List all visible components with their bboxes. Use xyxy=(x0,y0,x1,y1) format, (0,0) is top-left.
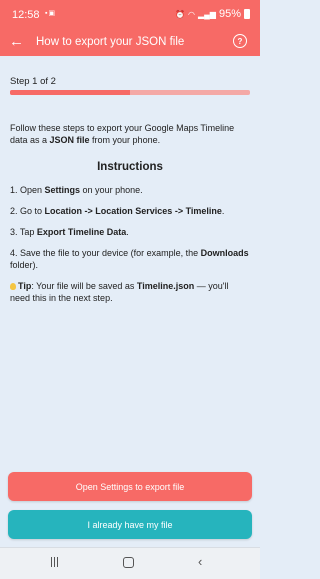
battery-level: 95% xyxy=(218,8,241,20)
page-title: How to export your JSON file xyxy=(36,36,185,48)
app-bar: ← How to export your JSON file ? xyxy=(0,28,260,56)
instructions-heading: Instructions xyxy=(97,161,163,173)
progress-bar xyxy=(10,90,250,95)
intro-text-end: from your phone. xyxy=(89,135,161,145)
step-text-bold: Downloads xyxy=(200,248,249,258)
intro-text-bold: JSON file xyxy=(49,135,90,145)
nav-back-icon[interactable]: ‹ xyxy=(198,554,202,569)
back-arrow-icon[interactable]: ← xyxy=(9,33,24,51)
tip-label: Tip xyxy=(18,281,32,291)
instruction-step-2: 2. Go to Location -> Location Services -… xyxy=(10,205,250,217)
signal-icon: ▂▄▆ xyxy=(197,9,216,19)
step-text: . xyxy=(221,206,225,216)
recents-icon[interactable] xyxy=(51,557,58,567)
step-text: 4. Save the file to your device (for exa… xyxy=(10,248,201,258)
wifi-icon: ◠ xyxy=(188,9,195,19)
tip-text-start: : Your file will be saved as xyxy=(31,281,137,291)
help-icon[interactable]: ? xyxy=(233,34,247,48)
step-indicator: Step 1 of 2 xyxy=(10,76,56,87)
notification-icons: ▪▣ xyxy=(45,9,56,17)
step-text-bold: Location -> Location Services -> Timelin… xyxy=(44,206,222,216)
instruction-step-3: 3. Tap Export Timeline Data. xyxy=(10,226,250,238)
step-text-bold: Settings xyxy=(44,185,81,195)
battery-icon xyxy=(244,9,250,19)
home-icon[interactable] xyxy=(123,557,134,568)
gallery-icon: ▣ xyxy=(48,10,57,17)
status-right: ⏰ ◠ ▂▄▆ 95% xyxy=(175,8,250,20)
already-have-file-button[interactable]: I already have my file xyxy=(8,510,252,539)
step-text: 1. Open xyxy=(10,185,45,195)
tip-text: Tip: Your file will be saved as Timeline… xyxy=(10,280,250,304)
step-text: 2. Go to xyxy=(10,206,45,216)
instruction-step-4: 4. Save the file to your device (for exa… xyxy=(10,247,250,271)
system-nav-bar: ‹ xyxy=(0,547,260,579)
lightbulb-icon xyxy=(10,283,16,290)
alarm-icon: ⏰ xyxy=(175,9,185,19)
instruction-step-1: 1. Open Settings on your phone. xyxy=(10,184,250,196)
step-text: 3. Tap xyxy=(10,227,37,237)
step-text: folder). xyxy=(10,260,39,270)
progress-fill xyxy=(10,90,130,95)
step-text-bold: Export Timeline Data xyxy=(36,227,127,237)
step-text: on your phone. xyxy=(80,185,143,195)
open-settings-button[interactable]: Open Settings to export file xyxy=(8,472,252,501)
step-text: . xyxy=(126,227,129,237)
intro-text: Follow these steps to export your Google… xyxy=(10,122,250,146)
instructions-content: Follow these steps to export your Google… xyxy=(10,122,250,304)
status-bar: 12:58 ▪▣ ⏰ ◠ ▂▄▆ 95% xyxy=(0,0,260,28)
tip-filename: Timeline.json xyxy=(136,281,195,291)
status-time: 12:58 xyxy=(12,9,40,21)
